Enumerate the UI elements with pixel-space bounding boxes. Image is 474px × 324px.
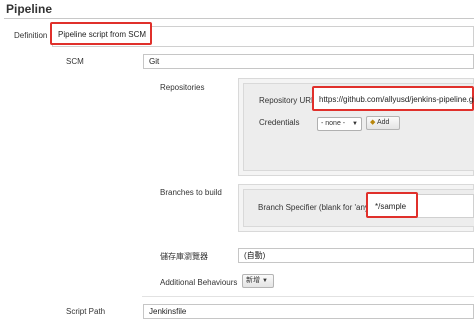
add-behaviour-button[interactable]: 新增 ▼ [242, 274, 274, 288]
script-path-value: Jenkinsfile [149, 307, 187, 316]
key-icon: ◆ [370, 119, 376, 126]
branch-specifier-input[interactable]: */sample [366, 192, 418, 218]
chevron-down-icon: ▼ [352, 121, 358, 127]
scm-label: SCM [66, 57, 84, 66]
definition-value: Pipeline script from SCM [58, 30, 147, 39]
credentials-label: Credentials [259, 118, 300, 127]
repo-browser-select[interactable]: (自動) [238, 248, 474, 263]
script-path-label: Script Path [66, 307, 106, 316]
branches-label: Branches to build [160, 188, 222, 197]
script-path-input[interactable]: Jenkinsfile [143, 304, 474, 319]
repositories-label: Repositories [160, 83, 205, 92]
title-divider [4, 18, 474, 19]
chevron-down-icon: ▼ [261, 278, 268, 284]
add-credentials-button[interactable]: ◆ Add [366, 116, 400, 130]
branch-specifier-value: */sample [375, 202, 407, 211]
add-behaviour-label: 新增 [246, 277, 260, 284]
repo-browser-value: (自動) [244, 251, 266, 260]
definition-label: Definition [14, 31, 48, 40]
repository-url-label: Repository URL [259, 96, 316, 105]
repository-url-input[interactable]: https://github.com/allyusd/jenkins-pipel… [312, 86, 474, 111]
section-divider [142, 296, 474, 297]
repo-browser-label: 儲存庫瀏覽器 [160, 252, 208, 261]
branch-specifier-label: Branch Specifier (blank for 'any') [258, 203, 374, 212]
credentials-value: - none - [321, 120, 346, 127]
repository-url-value: https://github.com/allyusd/jenkins-pipel… [319, 95, 474, 104]
scm-value: Git [149, 57, 160, 66]
scm-select[interactable]: Git [143, 54, 474, 69]
page-title: Pipeline [6, 2, 53, 16]
additional-behaviours-label: Additional Behaviours [160, 278, 238, 287]
credentials-select[interactable]: - none - ▼ [317, 117, 362, 131]
definition-select[interactable]: Pipeline script from SCM [50, 22, 152, 45]
add-button-label: Add [376, 119, 390, 126]
